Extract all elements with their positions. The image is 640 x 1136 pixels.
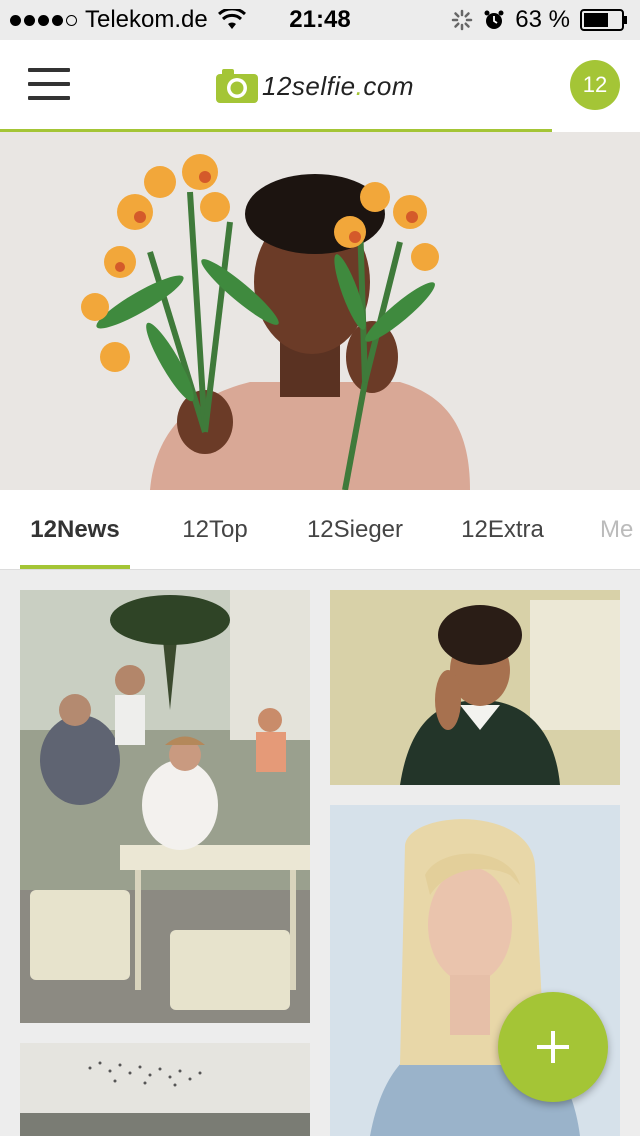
photo-boy-illustration [330, 590, 620, 785]
tab-12news[interactable]: 12News [20, 490, 130, 569]
app-screen: Telekom.de 21:48 63 % 12selfie.com 12 12… [0, 0, 640, 1136]
menu-button[interactable] [28, 68, 70, 102]
hero-photo-illustration [0, 132, 640, 490]
app-header: 12selfie.com 12 [0, 40, 640, 132]
alarm-icon [484, 10, 504, 29]
battery-icon [580, 9, 627, 31]
spinner-icon [452, 9, 473, 31]
status-right: 63 % [451, 6, 628, 34]
logo-text: 12selfie.com [262, 70, 414, 101]
photo-cafe[interactable] [20, 590, 310, 1023]
category-tabs: 12News 12Top 12Sieger 12Extra Me [0, 490, 640, 570]
camera-logo-icon [216, 69, 258, 103]
notification-badge[interactable]: 12 [570, 60, 620, 110]
tab-me[interactable]: Me [600, 490, 640, 569]
tab-active-indicator [20, 565, 130, 569]
add-post-button[interactable] [498, 992, 608, 1102]
tab-12top[interactable]: 12Top [170, 490, 260, 569]
hero-photo[interactable] [0, 132, 640, 490]
photo-cafe-illustration [20, 590, 310, 1023]
battery-percent: 63 % [515, 6, 570, 33]
photo-boy[interactable] [330, 590, 620, 785]
photo-birds-sky[interactable] [20, 1043, 310, 1136]
menu-icon [28, 68, 70, 72]
logo[interactable]: 12selfie.com [214, 66, 414, 106]
status-bar: Telekom.de 21:48 63 % [0, 0, 640, 40]
tab-12sieger[interactable]: 12Sieger [300, 490, 410, 569]
plus-icon [537, 1031, 569, 1063]
tab-12extra[interactable]: 12Extra [455, 490, 550, 569]
photo-birds-sky-illustration [20, 1043, 310, 1136]
